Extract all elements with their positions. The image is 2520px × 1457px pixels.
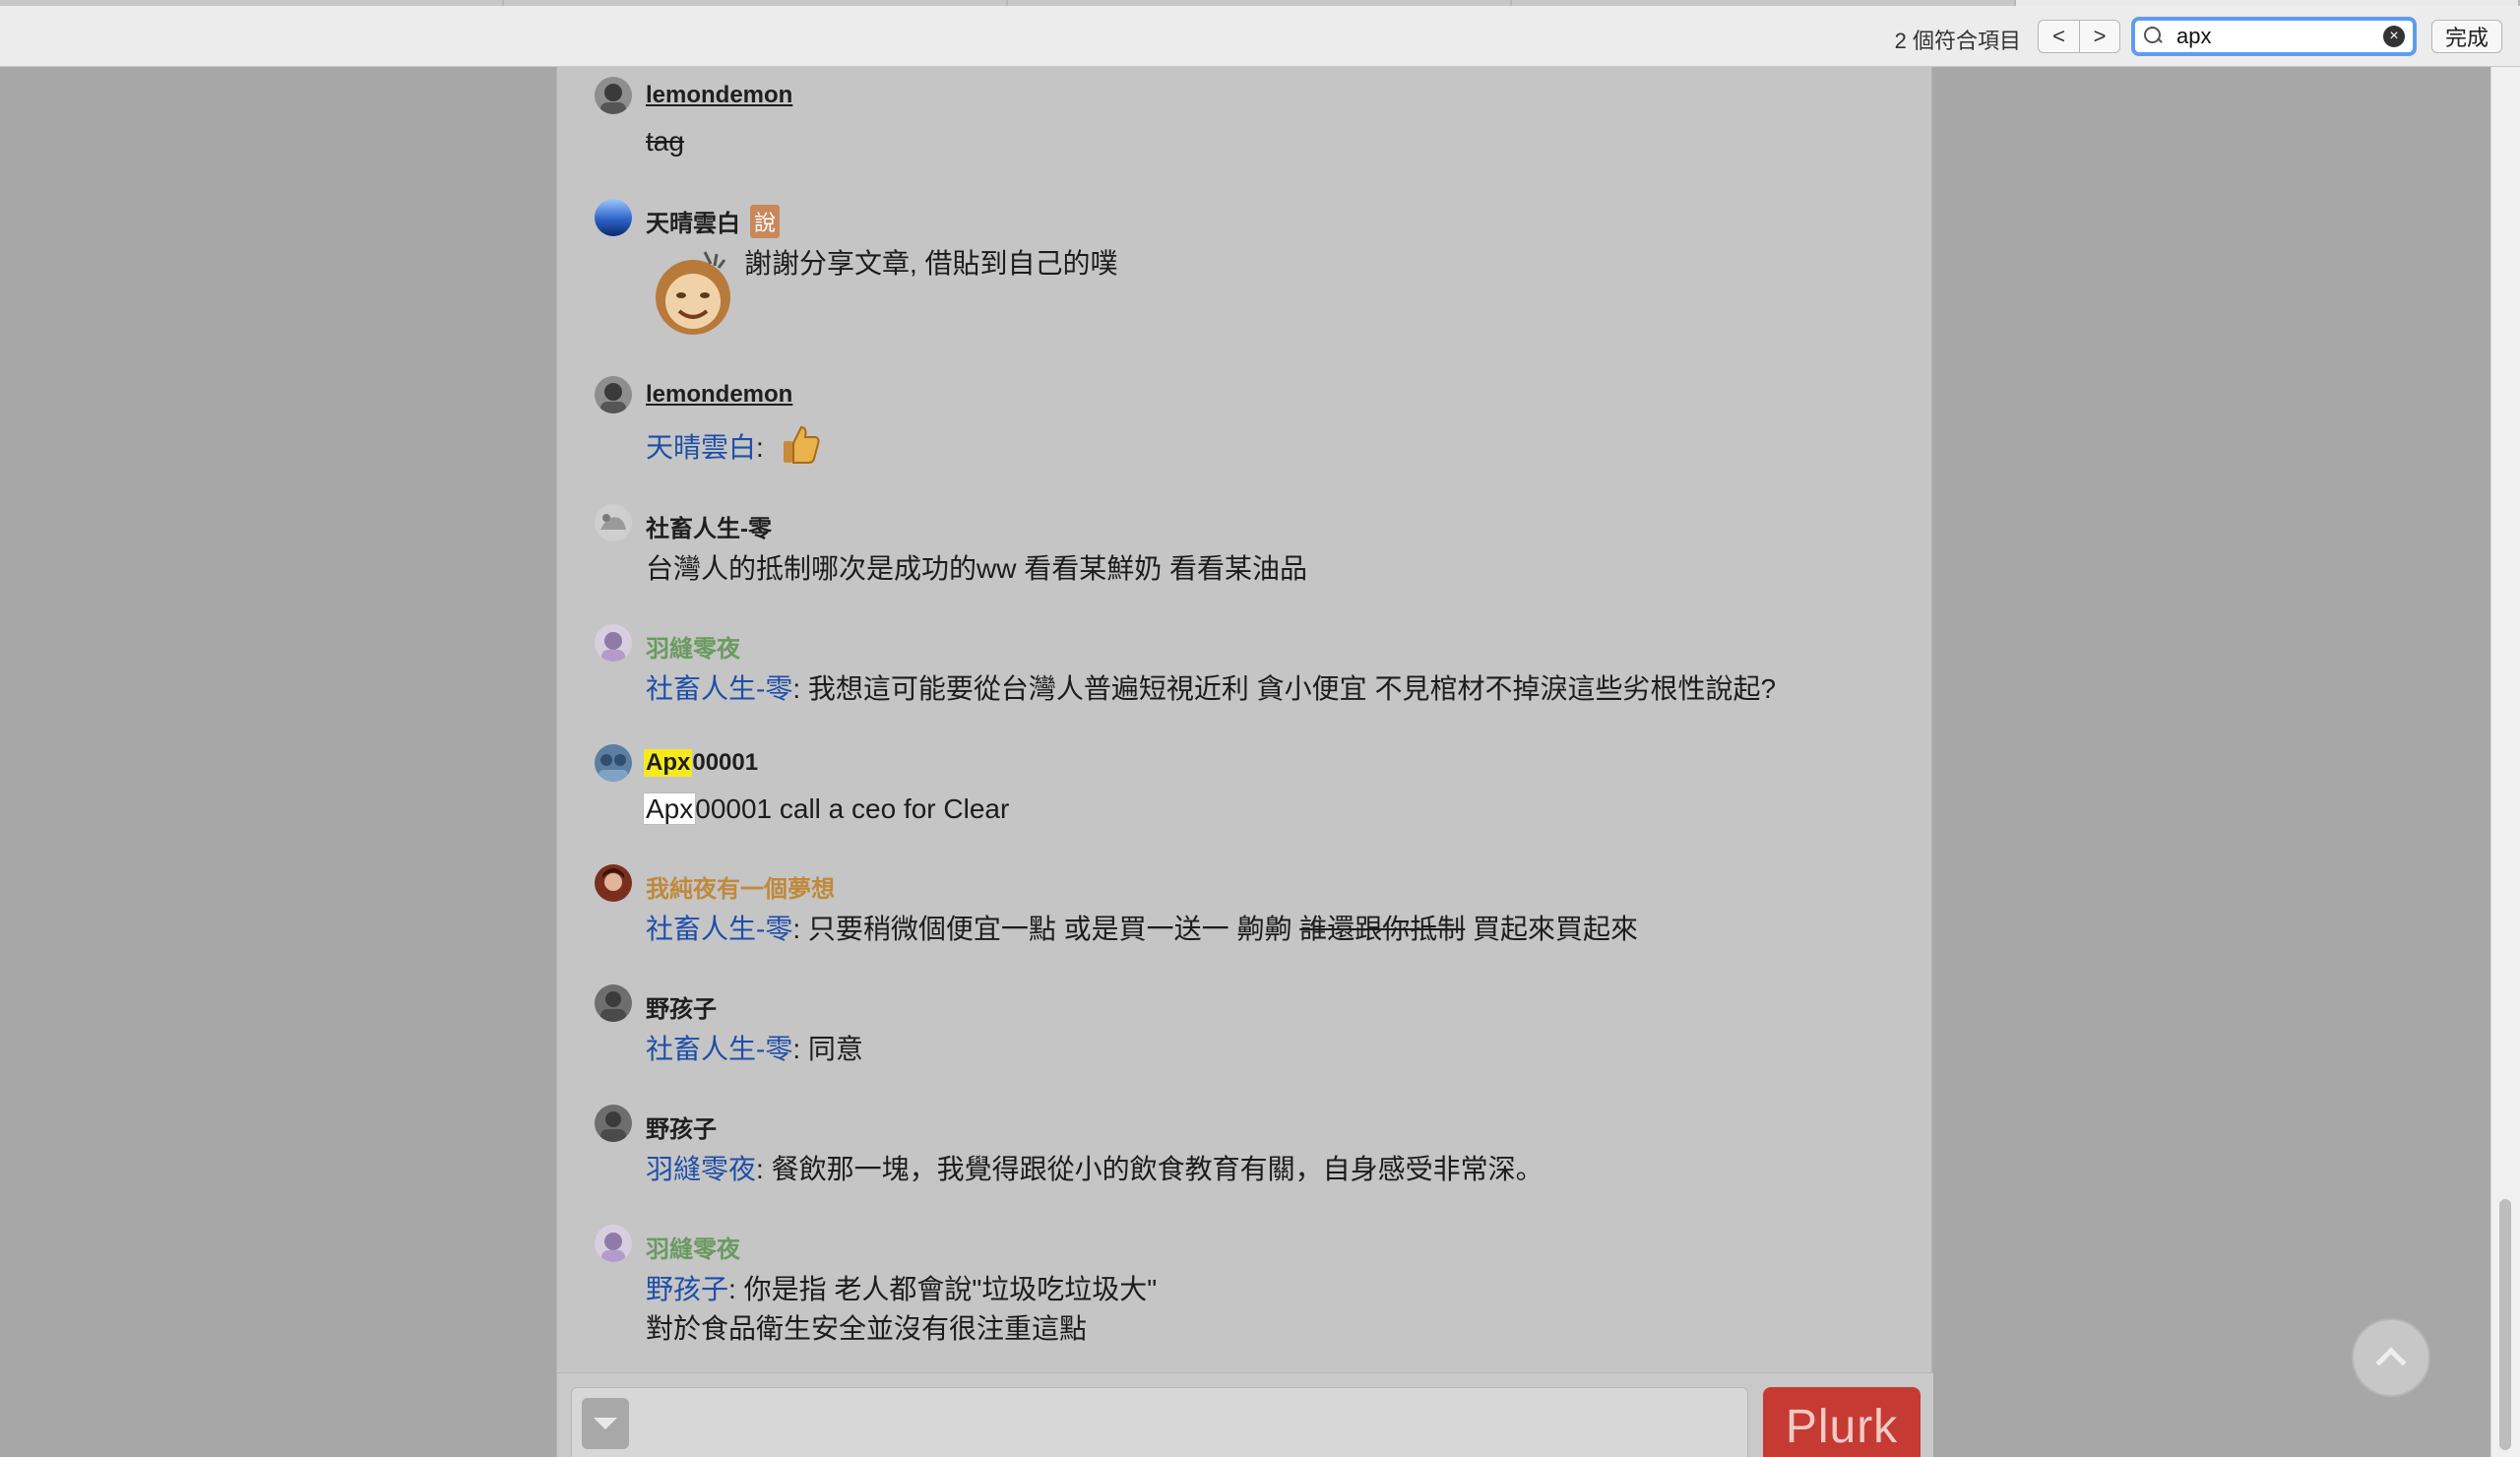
search-icon: [2143, 25, 2169, 48]
response-username[interactable]: lemondemon: [646, 82, 792, 109]
response-content: 社畜人生-零: 同意: [646, 1030, 863, 1069]
response-content: 謝謝分享文章, 借貼到自己的噗: [744, 248, 1118, 279]
clear-icon[interactable]: ×: [2383, 26, 2405, 47]
response-input[interactable]: [571, 1387, 1748, 1457]
avatar[interactable]: [595, 624, 632, 662]
response-content: 羽縫零夜: 餐飲那一塊，我覺得跟從小的飲食教育有關，自身感受非常深。: [646, 1150, 1544, 1189]
scrollbar[interactable]: [2490, 67, 2520, 1457]
scroll-to-top-button[interactable]: [2352, 1318, 2430, 1397]
response-content: tag: [646, 126, 684, 157]
mention-link[interactable]: 社畜人生-零: [646, 1034, 792, 1064]
find-nav: < >: [2038, 20, 2120, 53]
chevron-down-icon: [594, 1418, 617, 1429]
avatar[interactable]: [595, 504, 632, 541]
response-text: : 只要稍微個便宜一點 或是買一送一 齁齁: [792, 914, 1300, 944]
strikethrough-text: 誰還跟你抵制: [1299, 914, 1466, 944]
avatar[interactable]: [595, 199, 632, 236]
response-username[interactable]: Apx 00001: [644, 749, 759, 777]
username-text[interactable]: 天晴雲白: [646, 204, 740, 238]
response-username[interactable]: 羽縫零夜: [646, 1230, 740, 1264]
response-username[interactable]: 羽縫零夜: [646, 629, 740, 664]
avatar[interactable]: [595, 984, 632, 1022]
thumbs-up-icon: [778, 421, 823, 477]
done-button[interactable]: 完成: [2431, 20, 2502, 53]
response-content: Apx00001 call a ceo for Clear: [642, 790, 1010, 829]
avatar[interactable]: [595, 1225, 632, 1262]
response-username[interactable]: lemondemon: [646, 381, 792, 409]
response-composer: Plurk: [557, 1372, 1933, 1457]
response-username[interactable]: 野孩子: [646, 989, 717, 1024]
response-content: 野孩子: 你是指 老人都會說"垃圾吃垃圾大" 對於食品衛生安全並沒有很注重這點: [646, 1270, 1157, 1349]
search-highlight: Apx: [644, 749, 693, 777]
qualifier-badge: 說: [750, 204, 781, 238]
response-username[interactable]: 野孩子: [646, 1109, 717, 1144]
response-content: 社畜人生-零: 我想這可能要從台灣人普遍短視近利 貪小便宜 不見棺材不掉淚這些劣…: [646, 669, 1776, 709]
response-text: : 我想這可能要從台灣人普遍短視近利 貪小便宜 不見棺材不掉淚這些劣根性說起?: [792, 673, 1777, 704]
avatar[interactable]: [595, 864, 632, 902]
plurk-responses-panel: lemondemon tag 天晴雲白 說 謝謝分享文章, 借貼到自己的噗 le…: [556, 67, 1933, 1457]
find-next-button[interactable]: >: [2079, 20, 2120, 53]
avatar[interactable]: [595, 1105, 632, 1142]
response-text: 買起來買起來: [1465, 914, 1639, 944]
find-bar: 2 個符合項目 < > apx × 完成: [0, 6, 2520, 67]
response-username[interactable]: 社畜人生-零: [646, 509, 772, 543]
avatar[interactable]: [595, 744, 632, 782]
response-content: 天晴雲白:: [646, 421, 823, 477]
search-highlight: Apx: [642, 792, 697, 825]
plurk-submit-button[interactable]: Plurk: [1763, 1387, 1921, 1457]
avatar[interactable]: [595, 77, 632, 114]
mention-link[interactable]: 社畜人生-零: [646, 673, 792, 704]
mention-link[interactable]: 野孩子: [646, 1274, 728, 1304]
response-username: 天晴雲白 說: [646, 204, 781, 238]
find-previous-button[interactable]: <: [2038, 20, 2079, 53]
response-content: 社畜人生-零: 只要稍微個便宜一點 或是買一送一 齁齁 誰還跟你抵制 買起來買起…: [646, 910, 1638, 949]
mention-link[interactable]: 羽縫零夜: [646, 1154, 756, 1184]
response-text: : 你是指 老人都會說"垃圾吃垃圾大": [728, 1274, 1158, 1304]
username-rest: 00001: [692, 749, 759, 776]
find-query[interactable]: apx: [2176, 24, 2383, 49]
match-count: 2 個符合項目: [1894, 29, 2021, 53]
scrollbar-thumb[interactable]: [2499, 1199, 2511, 1450]
response-content: 台灣人的抵制哪次是成功的ww 看看某鮮奶 看看某油品: [646, 553, 1308, 584]
qualifier-dropdown[interactable]: [582, 1398, 629, 1449]
monkey-emoticon: [646, 242, 740, 337]
chevron-up-icon: [2375, 1347, 2407, 1378]
find-input[interactable]: apx ×: [2131, 17, 2417, 56]
mention-link[interactable]: 社畜人生-零: [646, 914, 792, 944]
response-text: 00001 call a ceo for Clear: [695, 793, 1010, 824]
response-text: :: [756, 431, 764, 463]
avatar[interactable]: [595, 376, 632, 413]
response-text-line2: 對於食品衛生安全並沒有很注重這點: [646, 1313, 1088, 1344]
response-text: : 餐飲那一塊，我覺得跟從小的飲食教育有關，自身感受非常深。: [756, 1154, 1544, 1184]
mention-link[interactable]: 天晴雲白: [646, 432, 756, 463]
response-text: : 同意: [792, 1034, 863, 1064]
response-username[interactable]: 我純夜有一個夢想: [646, 869, 835, 904]
